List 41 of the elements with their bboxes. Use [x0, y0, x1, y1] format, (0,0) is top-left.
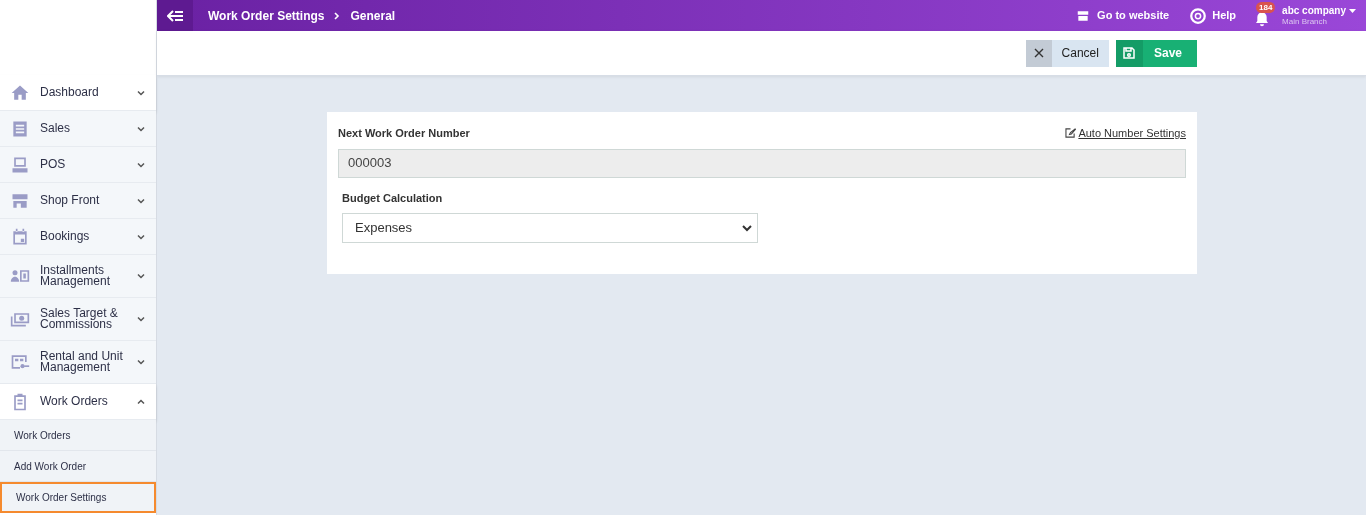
sidebar-item[interactable]: Sales Target & Commissions — [0, 298, 156, 341]
caret-icon — [1349, 8, 1356, 13]
submenu-item[interactable]: Add Work Order — [0, 451, 156, 482]
store-icon — [1076, 8, 1091, 23]
calendar-icon — [10, 226, 30, 247]
building-key-icon — [10, 352, 30, 372]
chevron-right-icon — [334, 11, 341, 20]
go-to-website-link[interactable]: Go to website — [1097, 7, 1170, 24]
help-icon — [1189, 6, 1208, 25]
sidebar-item[interactable]: Work Orders — [0, 384, 156, 420]
breadcrumb-item[interactable]: Work Order Settings — [208, 6, 325, 25]
edit-icon — [1065, 128, 1077, 139]
sidebar-item[interactable]: POS — [0, 147, 156, 183]
company-name[interactable]: abc company — [1282, 4, 1346, 17]
budget-calculation-select[interactable]: Expenses — [342, 213, 758, 243]
notification-badge: 184 — [1256, 1, 1276, 13]
field-label: Next Work Order Number — [338, 126, 470, 141]
chevron-down-icon — [136, 314, 146, 324]
sidebar-item[interactable]: Sales — [0, 111, 156, 147]
sidebar-item[interactable]: Rental and Unit Management — [0, 341, 156, 384]
chevron-down-icon — [136, 271, 146, 281]
chevron-down-icon — [742, 224, 752, 232]
chevron-down-icon — [136, 357, 146, 367]
help-link[interactable]: Help — [1212, 7, 1237, 24]
auto-number-settings-link[interactable]: Auto Number Settings — [1065, 125, 1186, 142]
next-number-field[interactable]: 000003 — [338, 148, 1186, 178]
sidebar-item[interactable]: Shop Front — [0, 183, 156, 219]
sidebar-item[interactable]: Dashboard — [0, 75, 156, 111]
submenu-item[interactable]: Work Order Settings — [0, 482, 156, 513]
sidebar-item[interactable]: Bookings — [0, 219, 156, 255]
cancel-button[interactable]: Cancel — [1025, 39, 1109, 67]
close-icon — [1033, 48, 1044, 58]
branch-name: Main Branch — [1282, 16, 1328, 27]
floppy-disk-icon — [1123, 47, 1136, 59]
arrow-left-icon — [167, 9, 183, 22]
bell-icon[interactable] — [1254, 10, 1271, 27]
submenu-item[interactable]: Work Orders — [0, 420, 156, 451]
back-button[interactable] — [157, 0, 193, 31]
field-label: Budget Calculation — [342, 190, 444, 206]
sidebar-item[interactable]: Installments Management — [0, 255, 156, 298]
breadcrumb-item: General — [350, 7, 396, 25]
